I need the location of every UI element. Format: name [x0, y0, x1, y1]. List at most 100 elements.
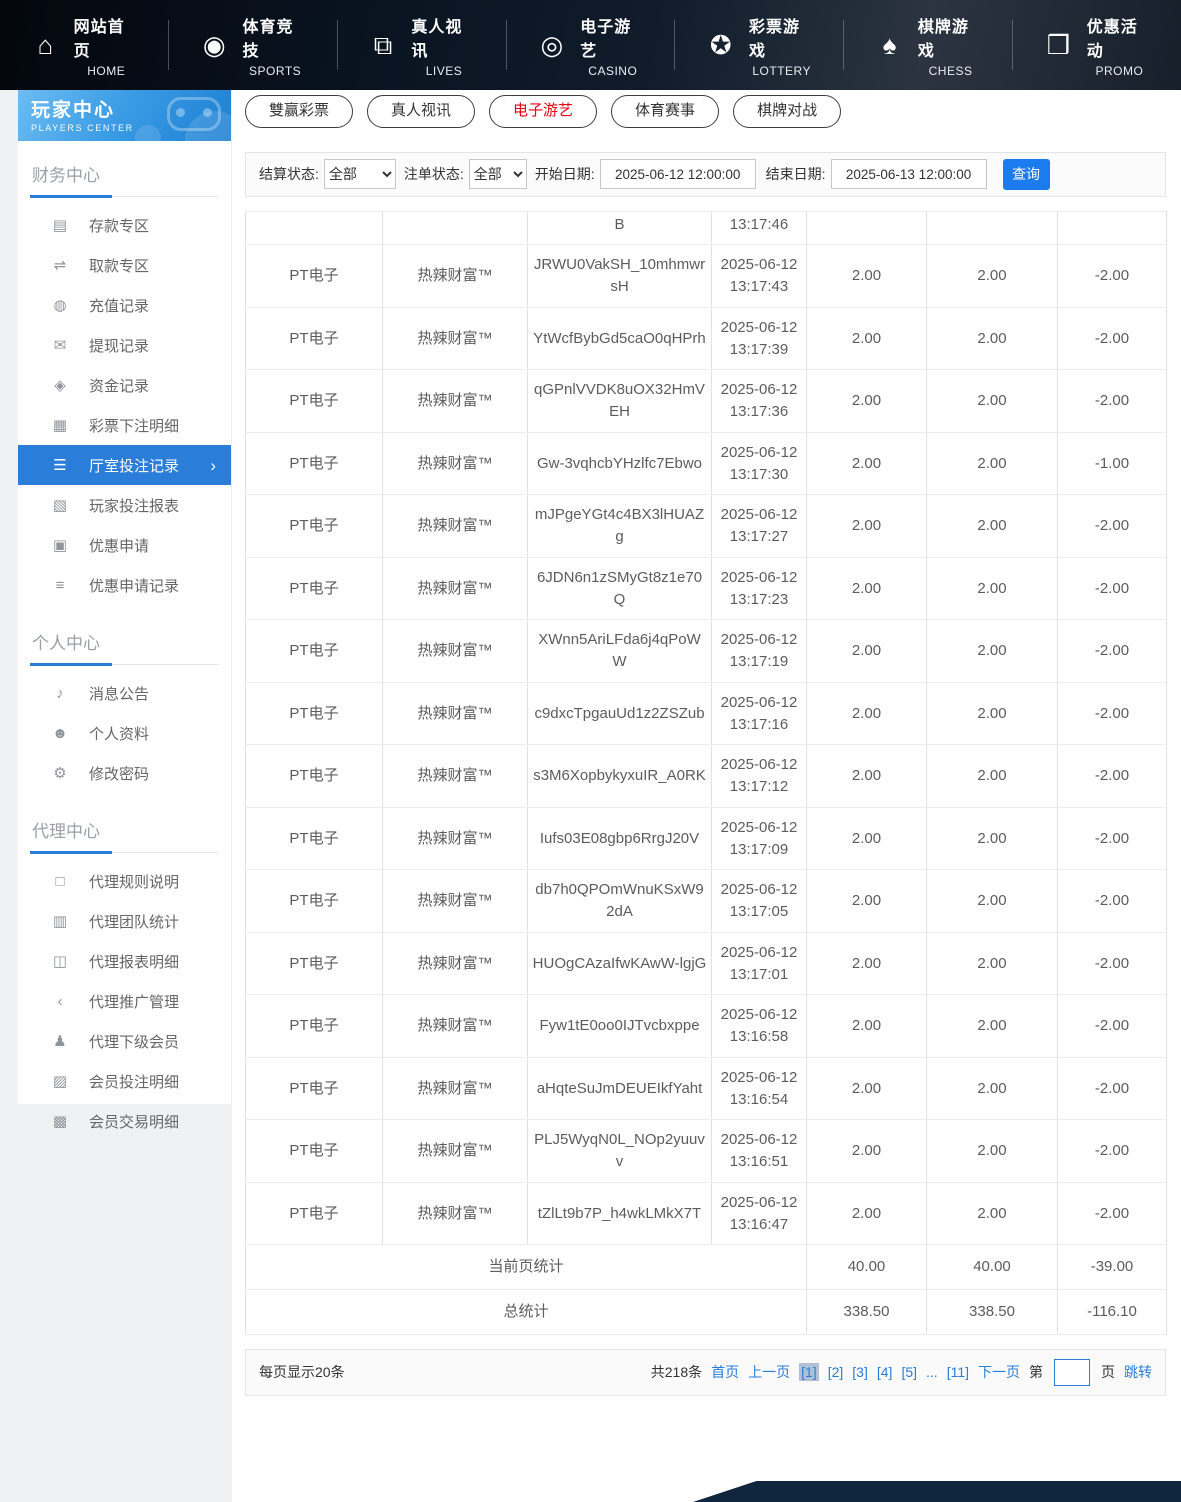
sidebar-item-withdraw[interactable]: ⇌ 取款专区: [18, 245, 231, 285]
sidebar-item-deposit[interactable]: ▤ 存款专区: [18, 205, 231, 245]
cell-line: 2025-06-12: [720, 1193, 798, 1211]
sidebar-item-promo-apply[interactable]: ▣ 优惠申请: [18, 525, 231, 565]
sidebar-item-member-bet-detail[interactable]: ▨ 会员投注明细: [18, 1061, 231, 1101]
cell-line: 13:17:01: [729, 965, 789, 983]
page-link-5[interactable]: [5]: [901, 1364, 917, 1380]
datetime-cell: 13:17:46: [711, 210, 807, 246]
game-cell: 热辣财富™: [382, 494, 528, 558]
tab-电子游艺[interactable]: 电子游艺: [489, 95, 598, 128]
order-status-label: 注单状态:: [403, 166, 464, 182]
page-link-1[interactable]: [1]: [799, 1363, 819, 1382]
nav-label-zh: 棋牌游戏: [917, 18, 969, 60]
sidebar-section-title: 代理中心: [30, 815, 219, 854]
table-row: PT电子 热辣财富™ PLJ5WyqN0L_NOp2yuuvv 2025-06-12 1…: [245, 1119, 1167, 1183]
platform-cell: PT电子: [245, 556, 383, 621]
nav-item-promo[interactable]: ❒ 优惠活动 PROMO: [1013, 19, 1181, 78]
sidebar-item-label: 代理推广管理: [89, 993, 180, 1011]
sidebar-item-member-trade-detail[interactable]: ▩ 会员交易明细: [18, 1101, 231, 1141]
table-row: PT电子 热辣财富™ XWnn5AriLFda6j4qPoWW 2025-06-12 1…: [245, 619, 1167, 683]
sidebar-item-hall-bet-record[interactable]: ☰ 厅室投注记录 ›: [18, 445, 231, 485]
winloss-cell: -2.00: [1057, 681, 1167, 746]
game-cell: 热辣财富™: [382, 244, 528, 308]
page-link-last[interactable]: [11]: [947, 1364, 969, 1380]
sidebar-section-items: □ 代理规则说明 ▥ 代理团队统计 ◫ 代理报表明细 ‹ 代理推广管理 ♟ 代理下级会员 ▨ 会员投注…: [18, 853, 231, 1145]
game-cell: 热辣财富™: [382, 431, 528, 496]
sidebar-item-recharge-record[interactable]: ◍ 充值记录: [18, 285, 231, 325]
sidebar-item-announcement[interactable]: ♪ 消息公告: [18, 673, 231, 713]
sidebar-item-label: 存款专区: [89, 217, 150, 235]
sidebar-item-lottery-bet-detail[interactable]: ▦ 彩票下注明细: [18, 405, 231, 445]
table-row: PT电子 热辣财富™ HUOgCAzaIfwKAwW-lgjG 2025-06-12 1…: [245, 931, 1167, 996]
nav-item-lives[interactable]: ⧉ 真人视讯 LIVES: [338, 19, 507, 78]
winloss-cell: -2.00: [1057, 744, 1167, 808]
jump-button[interactable]: 跳转: [1124, 1362, 1152, 1382]
prev-page-link[interactable]: 上一页: [748, 1362, 790, 1382]
sidebar-subtitle: PLAYERS CENTER: [31, 123, 134, 133]
order-id-cell: XWnn5AriLFda6j4qPoWW: [527, 619, 712, 683]
sidebar-item-label: 代理报表明细: [89, 953, 180, 971]
winloss-cell: -2.00: [1057, 494, 1167, 558]
settle-status-select[interactable]: 全部: [323, 159, 396, 189]
winloss-cell: -2.00: [1057, 369, 1167, 433]
sidebar-item-label: 彩票下注明细: [89, 417, 180, 435]
tab-棋牌对战[interactable]: 棋牌对战: [733, 95, 842, 128]
cell-line: 13:17:36: [729, 403, 789, 420]
nav-label-en: SPORTS: [249, 63, 302, 78]
sidebar-item-agent-promo[interactable]: ‹ 代理推广管理: [18, 981, 231, 1021]
valid-bet-cell: [926, 210, 1058, 246]
sidebar-item-player-bet-report[interactable]: ▧ 玩家投注报表: [18, 485, 231, 525]
bet-amount-cell: 2.00: [806, 619, 927, 683]
valid-bet-cell: 2.00: [926, 744, 1058, 808]
winloss-cell: -2.00: [1057, 1119, 1167, 1183]
sidebar-item-label: 取款专区: [89, 257, 150, 275]
start-date-input[interactable]: [599, 159, 756, 189]
sidebar-item-profile[interactable]: ☻ 个人资料: [18, 713, 231, 753]
tab-体育赛事[interactable]: 体育赛事: [611, 95, 720, 128]
sidebar-item-agent-team[interactable]: ▥ 代理团队统计: [18, 901, 231, 941]
cell-line: 13:17:30: [729, 465, 789, 483]
table-row: PT电子 热辣财富™ s3M6XopbykyxuIR_A0RK 2025-06-12 1…: [245, 744, 1167, 808]
page-link-3[interactable]: [3]: [852, 1364, 868, 1380]
tab-真人视讯[interactable]: 真人视讯: [367, 95, 476, 128]
next-page-link[interactable]: 下一页: [978, 1362, 1020, 1382]
promo-icon: ❒: [1046, 30, 1071, 60]
table-row: PT电子 热辣财富™ tZlLt9b7P_h4wkLMkX7T 2025-06-12 1…: [245, 1181, 1167, 1246]
bet-records-table: B 13:17:46 PT电子 热辣财富™ JRWU0VakSH_10mhmwrsH 20…: [245, 210, 1167, 1335]
winloss-cell: -2.00: [1057, 994, 1167, 1058]
nav-label-zh: 网站首页: [73, 18, 125, 60]
sidebar-item-agent-report[interactable]: ◫ 代理报表明细: [18, 941, 231, 981]
nav-item-sports[interactable]: ◉ 体育竞技 SPORTS: [169, 19, 338, 78]
sidebar-item-withdrawal-record[interactable]: ✉ 提现记录: [18, 325, 231, 365]
game-cell: [382, 210, 528, 246]
valid-bet-cell: 2.00: [926, 994, 1058, 1058]
lottery-icon: ✪: [709, 30, 732, 60]
withdraw-icon: ⇌: [53, 256, 67, 274]
winloss-cell: -116.10: [1057, 1289, 1167, 1335]
player-bet-report-icon: ▧: [52, 496, 68, 514]
jump-page-input[interactable]: [1054, 1358, 1090, 1386]
agent-team-icon: ▥: [52, 912, 68, 930]
page-link-4[interactable]: [4]: [877, 1364, 893, 1380]
nav-item-text: 体育竞技 SPORTS: [242, 13, 307, 78]
order-status-select[interactable]: 全部: [468, 159, 527, 189]
nav-label-zh: 真人视讯: [411, 18, 463, 60]
first-page-link[interactable]: 首页: [711, 1362, 739, 1382]
search-button[interactable]: 查询: [1002, 158, 1050, 190]
page-link-2[interactable]: [2]: [828, 1364, 844, 1380]
nav-item-text: 棋牌游戏 CHESS: [918, 13, 983, 78]
nav-item-casino[interactable]: ◎ 电子游艺 CASINO: [507, 19, 676, 78]
nav-item-lottery[interactable]: ✪ 彩票游戏 LOTTERY: [675, 19, 845, 78]
nav-item-home[interactable]: ⌂ 网站首页 HOME: [0, 19, 169, 78]
sidebar-item-agent-rules[interactable]: □ 代理规则说明: [18, 861, 231, 901]
end-date-input[interactable]: [830, 159, 987, 189]
sidebar-item-funds-record[interactable]: ◈ 资金记录: [18, 365, 231, 405]
nav-item-chess[interactable]: ♠ 棋牌游戏 CHESS: [844, 19, 1014, 78]
sidebar-item-promo-apply-record[interactable]: ≡ 优惠申请记录: [18, 565, 231, 605]
total-stats-label: 总统计: [245, 1289, 807, 1335]
tab-雙赢彩票[interactable]: 雙赢彩票: [245, 95, 354, 128]
table-row-total-stats: 总统计 338.50 338.50 -116.10: [245, 1289, 1167, 1335]
sidebar-item-password[interactable]: ⚙ 修改密码: [18, 753, 231, 793]
valid-bet-cell: 2.00: [926, 369, 1058, 433]
bet-amount-cell: 2.00: [806, 1181, 927, 1246]
sidebar-item-agent-members[interactable]: ♟ 代理下级会员: [18, 1021, 231, 1061]
